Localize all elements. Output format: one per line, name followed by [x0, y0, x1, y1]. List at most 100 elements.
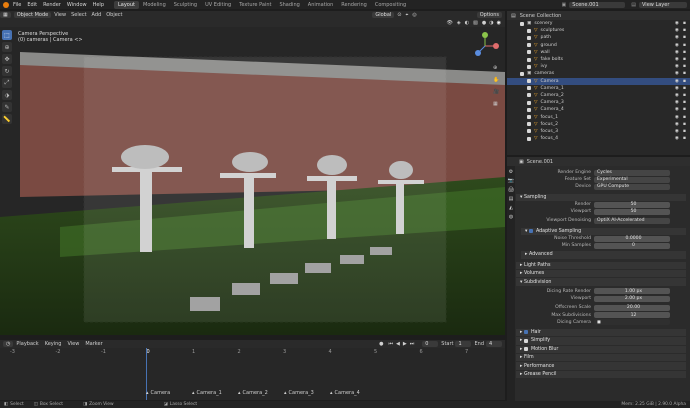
hair-header[interactable]: ▸ Hair [516, 328, 686, 337]
menu-window[interactable]: Window [67, 2, 87, 8]
hide-in-viewport-icon[interactable]: ◉ [675, 136, 679, 141]
shading-material-icon[interactable]: ◑ [489, 20, 493, 26]
outliner-row[interactable]: ▽ Camera_3 ◉ ▪ [507, 99, 690, 106]
camera-view-icon[interactable]: 🎥 [493, 89, 499, 95]
outliner-row[interactable]: ▽ path ◉ ▪ [507, 34, 690, 41]
timeline-marker[interactable]: ▴ Camera_1 [192, 390, 222, 396]
tab-sculpting[interactable]: Sculpting [170, 1, 201, 9]
ortho-toggle-icon[interactable]: ▦ [493, 101, 498, 107]
end-frame-field[interactable]: 4 [486, 341, 502, 347]
hide-in-viewport-icon[interactable]: ◉ [675, 28, 679, 33]
dicing-camera-field[interactable]: ◼ [594, 319, 670, 326]
mode-selector[interactable]: Object Mode [13, 12, 52, 18]
menu-edit[interactable]: Edit [27, 2, 37, 8]
motion-blur-checkbox[interactable] [523, 347, 528, 352]
jump-start-icon[interactable]: ⏮ [389, 341, 394, 347]
outliner-row[interactable]: ▽ sculptures ◉ ▪ [507, 27, 690, 34]
advanced-header[interactable]: ▸ Advanced [521, 251, 686, 259]
exclude-checkbox[interactable] [527, 28, 531, 33]
annotate-tool-icon[interactable]: ✎ [2, 102, 12, 112]
tab-shading[interactable]: Shading [275, 1, 303, 9]
exclude-checkbox[interactable] [527, 107, 531, 112]
feature-set-dropdown[interactable]: Experimental [594, 176, 670, 183]
outliner-row[interactable]: ▽ fake bolts ◉ ▪ [507, 56, 690, 63]
marker-menu[interactable]: Marker [85, 341, 102, 347]
camera-visibility-icon[interactable]: ▪ [683, 107, 686, 112]
cursor-tool-icon[interactable]: ⊕ [2, 42, 12, 52]
noise-threshold-field[interactable]: 0.0000 [594, 235, 670, 242]
overlay-icon[interactable]: ◐ [465, 20, 469, 26]
motion-blur-header[interactable]: ▸ Motion Blur [516, 345, 686, 353]
scene-selector[interactable]: Scene.001 [569, 1, 626, 8]
hide-in-viewport-icon[interactable]: ◉ [675, 122, 679, 127]
outliner-row[interactable]: ▽ ground ◉ ▪ [507, 42, 690, 49]
navigation-gizmo[interactable] [470, 31, 500, 61]
tab-animation[interactable]: Animation [304, 1, 338, 9]
camera-visibility-icon[interactable]: ▪ [683, 35, 686, 40]
jump-end-icon[interactable]: ⏭ [410, 341, 415, 347]
timeline-editor[interactable]: ◷ Playback Keying View Marker ● ⏮ ◀ ▶ ⏭ … [0, 340, 505, 400]
tab-layout[interactable]: Layout [114, 0, 139, 9]
denoising-dropdown[interactable]: OptiX AI-Accelerated [594, 217, 670, 224]
timeline-marker[interactable]: ▴ Camera_2 [238, 390, 268, 396]
outliner-filter-icon[interactable]: ▤ [511, 13, 516, 19]
camera-visibility-icon[interactable]: ▪ [683, 71, 686, 76]
menu-file[interactable]: File [13, 2, 21, 8]
render-samples-field[interactable]: 50 [594, 201, 670, 208]
tool-props-icon[interactable]: ⚙ [509, 169, 513, 175]
exclude-checkbox[interactable] [527, 50, 531, 55]
min-samples-field[interactable]: 0 [594, 242, 670, 249]
hair-checkbox[interactable] [523, 330, 528, 335]
frame-ruler[interactable]: -3 -2 -1 0 1 2 3 4 5 6 7 [0, 348, 505, 356]
render-engine-dropdown[interactable]: Cycles [594, 169, 670, 176]
3d-viewport[interactable]: Camera Perspective (0) cameras | Camera … [0, 27, 505, 335]
visibility-icon[interactable]: 👁 [447, 20, 453, 26]
exclude-checkbox[interactable] [527, 100, 531, 105]
hide-in-viewport-icon[interactable]: ◉ [675, 100, 679, 105]
hide-in-viewport-icon[interactable]: ◉ [675, 115, 679, 120]
shading-solid-icon[interactable]: ● [482, 20, 486, 26]
tab-modeling[interactable]: Modeling [139, 1, 170, 9]
tab-compositing[interactable]: Compositing [371, 1, 410, 9]
exclude-checkbox[interactable] [527, 57, 531, 62]
tab-rendering[interactable]: Rendering [337, 1, 371, 9]
playback-menu[interactable]: Playback [16, 341, 38, 347]
outliner-row[interactable]: ▣ scenery ◉ ▪ [507, 20, 690, 27]
camera-visibility-icon[interactable]: ▪ [683, 64, 686, 69]
max-subdivisions-field[interactable]: 12 [594, 312, 670, 318]
outliner-row[interactable]: ▽ Camera_4 ◉ ▪ [507, 106, 690, 113]
hide-in-viewport-icon[interactable]: ◉ [675, 64, 679, 69]
light-paths-header[interactable]: ▸ Light Paths [516, 261, 686, 270]
snap-icon[interactable]: ⌖ [406, 12, 409, 18]
camera-visibility-icon[interactable]: ▪ [683, 21, 686, 26]
outliner-row[interactable]: ▽ Camera_2 ◉ ▪ [507, 92, 690, 99]
hide-in-viewport-icon[interactable]: ◉ [675, 35, 679, 40]
dicing-render-field[interactable]: 1.00 px [594, 288, 670, 295]
camera-visibility-icon[interactable]: ▪ [683, 129, 686, 134]
camera-visibility-icon[interactable]: ▪ [683, 57, 686, 62]
options-button[interactable]: Options [476, 12, 502, 18]
pivot-icon[interactable]: ⊙ [397, 12, 401, 18]
exclude-checkbox[interactable] [527, 122, 531, 127]
simplify-checkbox[interactable] [523, 338, 528, 343]
timeline-editor-type[interactable]: ◷ [3, 341, 14, 347]
outliner-row[interactable]: ▽ ivy ◉ ▪ [507, 63, 690, 70]
rotate-tool-icon[interactable]: ↻ [2, 66, 12, 76]
xray-icon[interactable]: ▧ [473, 20, 478, 26]
hide-in-viewport-icon[interactable]: ◉ [675, 93, 679, 98]
exclude-checkbox[interactable] [527, 86, 531, 91]
play-icon[interactable]: ▶ [403, 341, 407, 347]
timeline-marker[interactable]: ▴ Camera_3 [284, 390, 314, 396]
camera-visibility-icon[interactable]: ▪ [683, 136, 686, 141]
outliner-row[interactable]: ▽ focus_2 ◉ ▪ [507, 121, 690, 128]
view-layer-props-icon[interactable]: ▤ [509, 196, 514, 202]
record-icon[interactable]: ● [379, 341, 383, 347]
outliner-row[interactable]: ▽ focus_4 ◉ ▪ [507, 135, 690, 142]
hide-in-viewport-icon[interactable]: ◉ [675, 107, 679, 112]
hide-in-viewport-icon[interactable]: ◉ [675, 43, 679, 48]
camera-visibility-icon[interactable]: ▪ [683, 43, 686, 48]
hide-in-viewport-icon[interactable]: ◉ [675, 129, 679, 134]
exclude-checkbox[interactable] [520, 71, 524, 76]
exclude-checkbox[interactable] [527, 64, 531, 69]
grease-pencil-header[interactable]: ▸ Grease Pencil [516, 370, 686, 379]
